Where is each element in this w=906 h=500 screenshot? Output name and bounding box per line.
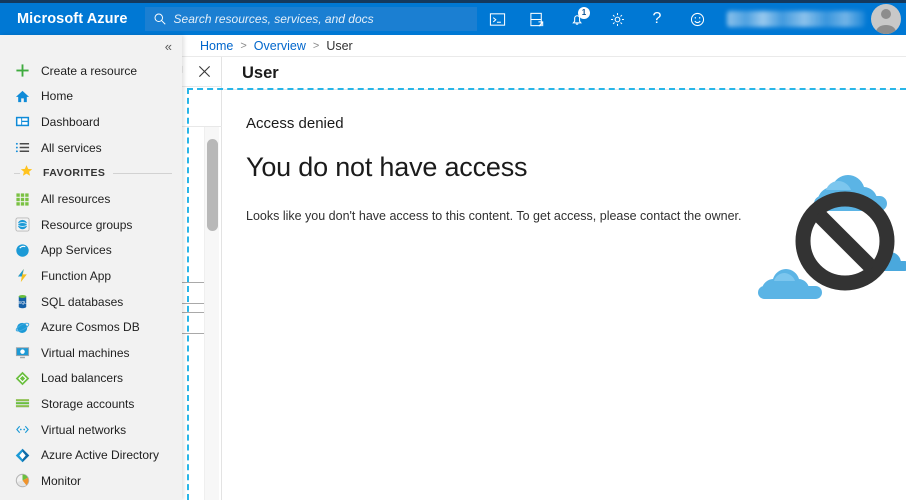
chevron-double-left-icon: « [164,39,172,54]
azure-top-navbar: Microsoft Azure Search resources, servic… [0,3,906,35]
breadcrumb-item-overview[interactable]: Overview [254,39,306,53]
sidebar-item-create-a-resource[interactable]: Create a resource [0,58,182,84]
breadcrumb: Home > Overview > User [182,35,906,57]
sidebar-item-function-app[interactable]: Function App [0,263,182,289]
dashboard-icon [14,114,30,130]
app-services-icon [14,242,30,258]
account-name-blurred[interactable] [727,11,865,27]
sidebar-item-partial[interactable] [0,494,182,500]
svg-text:SQL: SQL [18,300,27,305]
sidebar-item-label: Virtual networks [41,422,127,437]
blade-scrollbar-thumb[interactable] [207,139,218,231]
sidebar-item-resource-groups[interactable]: Resource groups [0,212,182,238]
virtual-machines-icon [14,345,30,361]
all-services-icon [14,140,30,156]
resource-groups-icon [14,217,30,233]
sidebar-item-label: SQL databases [41,294,124,309]
function-app-icon [14,268,30,284]
sidebar-item-label: Load balancers [41,371,124,386]
sidebar-item-sql-databases[interactable]: SQL SQL databases [0,289,182,315]
settings-gear-icon[interactable] [597,3,637,35]
search-icon [154,13,166,25]
sidebar-item-app-services[interactable]: App Services [0,238,182,264]
blade-scrollbar[interactable] [204,127,219,500]
breadcrumb-separator: > [240,39,247,52]
sidebar-item-label: Azure Active Directory [41,448,160,463]
sidebar-item-load-balancers[interactable]: Load balancers [0,366,182,392]
azure-ad-icon [14,447,30,463]
load-balancers-icon [14,370,30,386]
favorites-label: FAVORITES [43,167,106,180]
global-search-box[interactable] [144,7,477,31]
sidebar-item-virtual-machines[interactable]: Virtual machines [0,340,182,366]
sidebar-item-label: Resource groups [41,217,133,232]
sidebar-item-label: Monitor [41,473,82,488]
close-blade-icon[interactable] [197,64,212,79]
left-navigation-panel: « Create a resource Home Dashboard All s… [0,35,182,500]
azure-brand-logo[interactable]: Microsoft Azure [0,11,128,27]
sidebar-item-label: Home [41,89,74,104]
breadcrumb-item-user: User [326,38,353,53]
sidebar-item-label: Azure Cosmos DB [41,320,140,335]
access-denied-clouds-prohibited-illustration [758,175,906,299]
sidebar-item-all-resources[interactable]: All resources [0,186,182,212]
favorites-section-header: FAVORITES [0,160,182,186]
help-glyph: ? [652,10,662,27]
page-title: User [224,57,906,90]
search-input[interactable] [173,12,469,26]
sidebar-item-all-services[interactable]: All services [0,135,182,161]
directory-filter-icon[interactable] [517,3,557,35]
sidebar-item-azure-cosmos-db[interactable]: Azure Cosmos DB [0,314,182,340]
all-resources-grid-icon [14,191,30,207]
sidebar-item-dashboard[interactable]: Dashboard [0,109,182,135]
star-icon [20,164,34,182]
sql-databases-icon: SQL [14,294,30,310]
sidebar-item-label: Function App [41,268,112,283]
sidebar-item-monitor[interactable]: Monitor [0,468,182,494]
monitor-icon [14,473,30,489]
cosmos-db-icon [14,319,30,335]
virtual-networks-icon [14,422,30,438]
sidebar-item-label: Virtual machines [41,345,130,360]
access-denied-content: Access denied You do not have access Loo… [224,90,906,500]
storage-accounts-icon [14,396,30,412]
sidebar-item-label: App Services [41,243,112,258]
feedback-smiley-icon[interactable] [677,3,717,35]
notifications-bell-icon[interactable]: 1 [557,3,597,35]
sidebar-item-azure-active-directory[interactable]: Azure Active Directory [0,442,182,468]
notification-count-badge: 1 [578,7,590,19]
breadcrumb-item-home[interactable]: Home [200,39,233,53]
sidebar-item-storage-accounts[interactable]: Storage accounts [0,391,182,417]
sidebar-item-label: All resources [41,192,111,207]
avatar[interactable] [871,4,901,34]
sidebar-item-home[interactable]: Home [0,84,182,110]
sidebar-item-label: Dashboard [41,114,100,129]
breadcrumb-separator: > [312,39,320,52]
collapse-sidebar-button[interactable]: « [0,35,182,58]
divider [113,172,172,174]
sidebar-item-label: Create a resource [41,63,138,78]
sidebar-item-label: All services [41,140,102,155]
sidebar-item-virtual-networks[interactable]: Virtual networks [0,417,182,443]
access-denied-eyebrow: Access denied [246,115,344,132]
home-icon [14,88,30,104]
header-icon-group: 1 ? [477,3,906,35]
help-question-icon[interactable]: ? [637,3,677,35]
cloud-shell-icon[interactable] [477,3,517,35]
user-blade: User Access denied You do not have acces… [224,57,906,500]
sidebar-item-label: Storage accounts [41,396,135,411]
plus-icon [14,63,30,79]
